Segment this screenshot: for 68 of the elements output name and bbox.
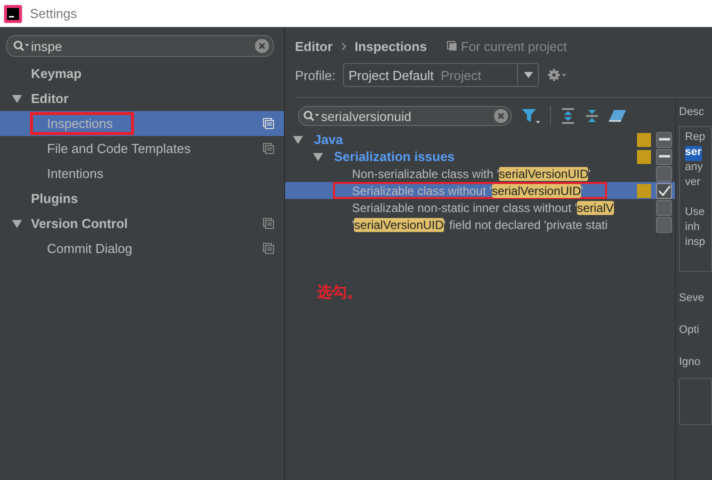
inspection-group: Java	[314, 132, 343, 147]
inspection-name: Serializable non-static inner class without 'serialV	[352, 200, 614, 214]
description-text: Use	[685, 206, 705, 220]
copy-icon	[263, 243, 274, 254]
sidebar-item[interactable]: Commit Dialog	[0, 236, 284, 261]
sidebar-item[interactable]: Intentions	[0, 161, 284, 186]
option-label: Igno	[679, 356, 700, 368]
window-title: Settings	[30, 6, 77, 21]
filter-field[interactable]: serialversionuid	[298, 106, 512, 126]
option-label: Opti	[679, 324, 700, 336]
clear-icon[interactable]	[255, 39, 269, 53]
copy-icon	[263, 143, 274, 154]
copy-icon	[446, 41, 457, 51]
description-text: ver	[685, 176, 700, 190]
inspection-row[interactable]: Serialization issues	[285, 148, 633, 165]
checkbox[interactable]	[656, 148, 672, 164]
inspection-row[interactable]: Non-serializable class with 'serialVersionUID'	[285, 165, 633, 182]
checkbox[interactable]	[656, 182, 672, 198]
sidebar-item[interactable]: File and Code Templates	[0, 136, 284, 161]
clear-icon[interactable]	[494, 109, 508, 123]
search-icon	[303, 110, 319, 122]
copy-icon	[263, 218, 274, 229]
checkbox[interactable]	[656, 132, 672, 148]
sidebar-item[interactable]: Plugins	[0, 186, 284, 211]
search-field[interactable]: inspe	[6, 35, 274, 57]
checkbox[interactable]	[656, 200, 672, 216]
expand-all-icon[interactable]	[561, 108, 575, 124]
description-text: Rep	[685, 131, 706, 145]
checkmark-icon	[658, 184, 670, 196]
list-box	[679, 378, 712, 425]
breadcrumb-item[interactable]: Editor	[295, 38, 333, 54]
expand-arrow-icon	[12, 94, 22, 102]
collapse-all-icon[interactable]	[585, 108, 599, 124]
sidebar-item[interactable]: Editor	[0, 86, 284, 111]
scope-note: For current project	[460, 38, 568, 54]
app-logo-icon	[4, 4, 22, 22]
description-text: any	[685, 161, 703, 175]
description-text: ser	[685, 146, 702, 161]
inspection-row[interactable]: Serializable class without 'serialVersionUID'	[285, 182, 633, 199]
inspection-name: 'serialVersionUID' field not declared 'private stati	[352, 218, 608, 232]
inspection-name: Non-serializable class with 'serialVersionUID'	[352, 166, 591, 180]
dropdown-arrow-icon	[524, 72, 533, 78]
checkbox[interactable]	[656, 216, 672, 232]
sidebar-item[interactable]: Version Control	[0, 211, 284, 236]
inspection-group: Serialization issues	[334, 149, 455, 164]
minus-icon	[658, 155, 670, 158]
eraser-icon[interactable]	[609, 109, 627, 123]
inspection-row[interactable]: Java	[285, 131, 633, 148]
copy-icon	[263, 118, 274, 129]
inspection-row[interactable]: 'serialVersionUID' field not declared 'private stati	[285, 216, 633, 233]
description-label: Desc	[679, 106, 704, 118]
profile-dropdown[interactable]: Project Default Project	[343, 63, 540, 87]
inspection-row[interactable]: Serializable non-static inner class without 'serialV	[285, 199, 633, 216]
settings-icon[interactable]	[547, 68, 568, 82]
chevron-icon	[340, 42, 347, 50]
description-text: insp	[685, 236, 706, 250]
description-text: inh	[685, 221, 700, 235]
annotation-text: 选勾。	[317, 283, 362, 302]
option-label: Seve	[679, 292, 704, 304]
minus-icon	[658, 138, 670, 141]
checkbox[interactable]	[656, 166, 672, 182]
breadcrumb-item: Inspections	[354, 38, 427, 54]
filter-icon[interactable]	[522, 108, 540, 124]
expand-arrow-icon	[12, 220, 22, 228]
search-icon	[13, 40, 29, 52]
sidebar-item[interactable]: Keymap	[0, 61, 284, 86]
profile-label: Profile:	[295, 68, 336, 82]
inspection-name: Serializable class without 'serialVersionUID'	[352, 184, 584, 198]
